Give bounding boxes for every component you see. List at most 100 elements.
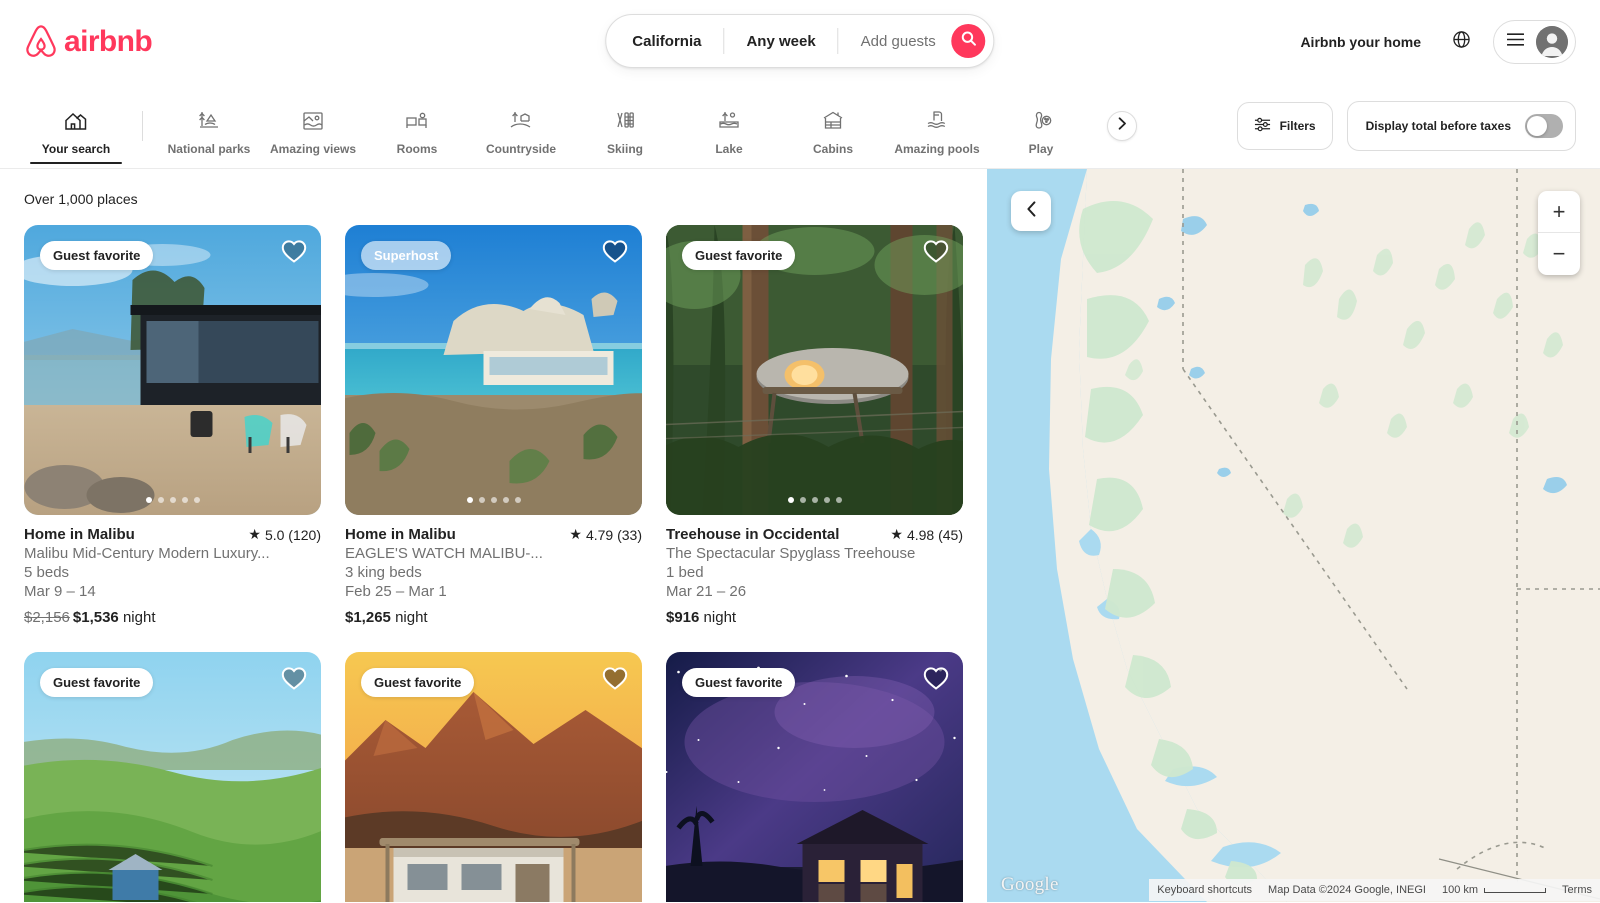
listing-title: Treehouse in Occidental <box>666 526 840 543</box>
category-label: Amazing views <box>269 141 357 156</box>
listing-price: $916 night <box>666 609 963 626</box>
house-search-icon <box>63 108 89 134</box>
listing-beds: 1 bed <box>666 564 704 581</box>
category-rooms[interactable]: Rooms <box>365 88 469 164</box>
carousel-dot[interactable] <box>811 497 818 503</box>
map-collapse-button[interactable] <box>1011 191 1051 231</box>
listing-card[interactable]: Guest favorite <box>24 225 321 626</box>
listing-photo[interactable]: Guest favorite <box>345 652 642 902</box>
airbnb-logo[interactable]: airbnb <box>24 24 153 60</box>
favorite-heart-icon[interactable] <box>602 239 628 268</box>
category-amazing-views[interactable]: Amazing views <box>261 88 365 164</box>
listing-price-current: $1,265 <box>345 609 391 626</box>
listing-beds: 5 beds <box>24 564 70 581</box>
listing-card[interactable]: Guest favorite <box>345 652 642 902</box>
listing-price-unit: night <box>122 609 156 626</box>
carousel-dot[interactable] <box>835 497 842 503</box>
carousel-dot[interactable] <box>787 497 794 503</box>
favorite-heart-icon[interactable] <box>602 666 628 695</box>
category-label: Cabins <box>812 141 853 156</box>
main-content: Over 1,000 places Guest favorite Home in… <box>0 169 1600 902</box>
listing-photo[interactable]: Superhost <box>345 225 642 515</box>
category-cabins[interactable]: Cabins <box>781 88 885 164</box>
listing-price-unit: night <box>703 609 737 626</box>
search-guests[interactable]: Add guests <box>839 15 950 67</box>
results-count: Over 1,000 places <box>24 191 138 207</box>
category-national-parks[interactable]: National parks <box>157 88 261 164</box>
taxes-toggle-label: Display total before taxes <box>1365 118 1511 133</box>
photo-carousel-dots[interactable] <box>466 497 521 503</box>
favorite-heart-icon[interactable] <box>923 239 949 268</box>
taxes-switch[interactable] <box>1525 113 1563 138</box>
carousel-dot[interactable] <box>799 497 806 503</box>
carousel-dot[interactable] <box>466 497 473 503</box>
category-amazing-pools[interactable]: Amazing pools <box>885 88 989 164</box>
favorite-heart-icon[interactable] <box>281 239 307 268</box>
carousel-dot[interactable] <box>823 497 830 503</box>
listing-photo[interactable]: Guest favorite <box>666 652 963 902</box>
listing-badge: Superhost <box>361 241 452 270</box>
map-zoom-in-button[interactable]: + <box>1538 191 1580 233</box>
carousel-dot[interactable] <box>181 497 188 503</box>
amazing-pools-icon <box>924 108 950 134</box>
listing-photo[interactable]: Guest favorite <box>24 225 321 515</box>
listing-badge: Guest favorite <box>40 241 154 270</box>
results-panel: Over 1,000 places Guest favorite Home in… <box>0 169 987 902</box>
photo-carousel-dots[interactable] <box>787 497 842 503</box>
photo-carousel-dots[interactable] <box>145 497 200 503</box>
listing-photo[interactable]: Guest favorite <box>666 225 963 515</box>
rooms-icon <box>404 108 430 134</box>
carousel-dot[interactable] <box>478 497 485 503</box>
search-location[interactable]: California <box>606 15 723 67</box>
category-label: Play <box>1028 141 1054 156</box>
rating-value: 4.98 (45) <box>906 526 963 543</box>
carousel-dot[interactable] <box>193 497 200 503</box>
search-bar[interactable]: California Any week Add guests <box>605 14 995 68</box>
listing-rating: ★ 4.79 (33) <box>569 526 642 543</box>
category-countryside[interactable]: Countryside <box>469 88 573 164</box>
header-actions: Airbnb your home <box>1286 19 1576 64</box>
airbnb-your-home-link[interactable]: Airbnb your home <box>1286 22 1435 62</box>
favorite-heart-icon[interactable] <box>281 666 307 695</box>
listing-title: Home in Malibu <box>345 526 456 543</box>
carousel-dot[interactable] <box>490 497 497 503</box>
search-dates[interactable]: Any week <box>724 15 837 67</box>
category-your-search[interactable]: Your search <box>24 88 128 164</box>
listing-card[interactable]: Guest favorite <box>666 652 963 902</box>
carousel-dot[interactable] <box>514 497 521 503</box>
carousel-dot[interactable] <box>145 497 152 503</box>
filters-label: Filters <box>1279 118 1316 133</box>
listing-photo[interactable]: Guest favorite <box>24 652 321 902</box>
category-play[interactable]: Play <box>989 88 1093 164</box>
map-zoom-controls[interactable]: + − <box>1538 191 1580 275</box>
listing-info: Home in Malibu ★ 5.0 (120) Malibu Mid-Ce… <box>24 515 321 626</box>
favorite-heart-icon[interactable] <box>923 666 949 695</box>
category-label: Lake <box>715 141 743 156</box>
carousel-dot[interactable] <box>169 497 176 503</box>
category-skiing[interactable]: Skiing <box>573 88 677 164</box>
map-panel[interactable]: NEVADA CALIFORNIA BAJA CALIFORNIA Sacram… <box>987 169 1600 902</box>
category-label: Your search <box>41 141 111 156</box>
listing-beds: 3 king beds <box>345 564 422 581</box>
display-total-before-taxes-toggle[interactable]: Display total before taxes <box>1346 100 1576 151</box>
listing-card[interactable]: Guest favorite <box>24 652 321 902</box>
carousel-dot[interactable] <box>157 497 164 503</box>
category-next-button[interactable] <box>1107 110 1137 141</box>
carousel-dot[interactable] <box>502 497 509 503</box>
listing-dates: Mar 9 – 14 <box>24 583 96 600</box>
filters-button[interactable]: Filters <box>1236 101 1333 150</box>
listing-badge: Guest favorite <box>40 668 154 697</box>
listing-card[interactable]: Superhost Home in Malibu ★ 4.79 (33) EAG… <box>345 225 642 626</box>
search-submit-button[interactable] <box>951 24 986 58</box>
listing-badge: Guest favorite <box>682 241 796 270</box>
category-lake[interactable]: Lake <box>677 88 781 164</box>
listing-card[interactable]: Guest favorite <box>666 225 963 626</box>
skiing-icon <box>612 108 638 134</box>
rating-value: 4.79 (33) <box>585 526 642 543</box>
airbnb-belo-icon <box>24 24 58 60</box>
listing-subtitle: Malibu Mid-Century Modern Luxury... <box>24 545 270 562</box>
filters-sliders-icon <box>1254 116 1271 136</box>
map-zoom-out-button[interactable]: − <box>1538 233 1580 275</box>
user-menu-button[interactable] <box>1493 19 1576 64</box>
language-globe-button[interactable] <box>1441 22 1481 62</box>
